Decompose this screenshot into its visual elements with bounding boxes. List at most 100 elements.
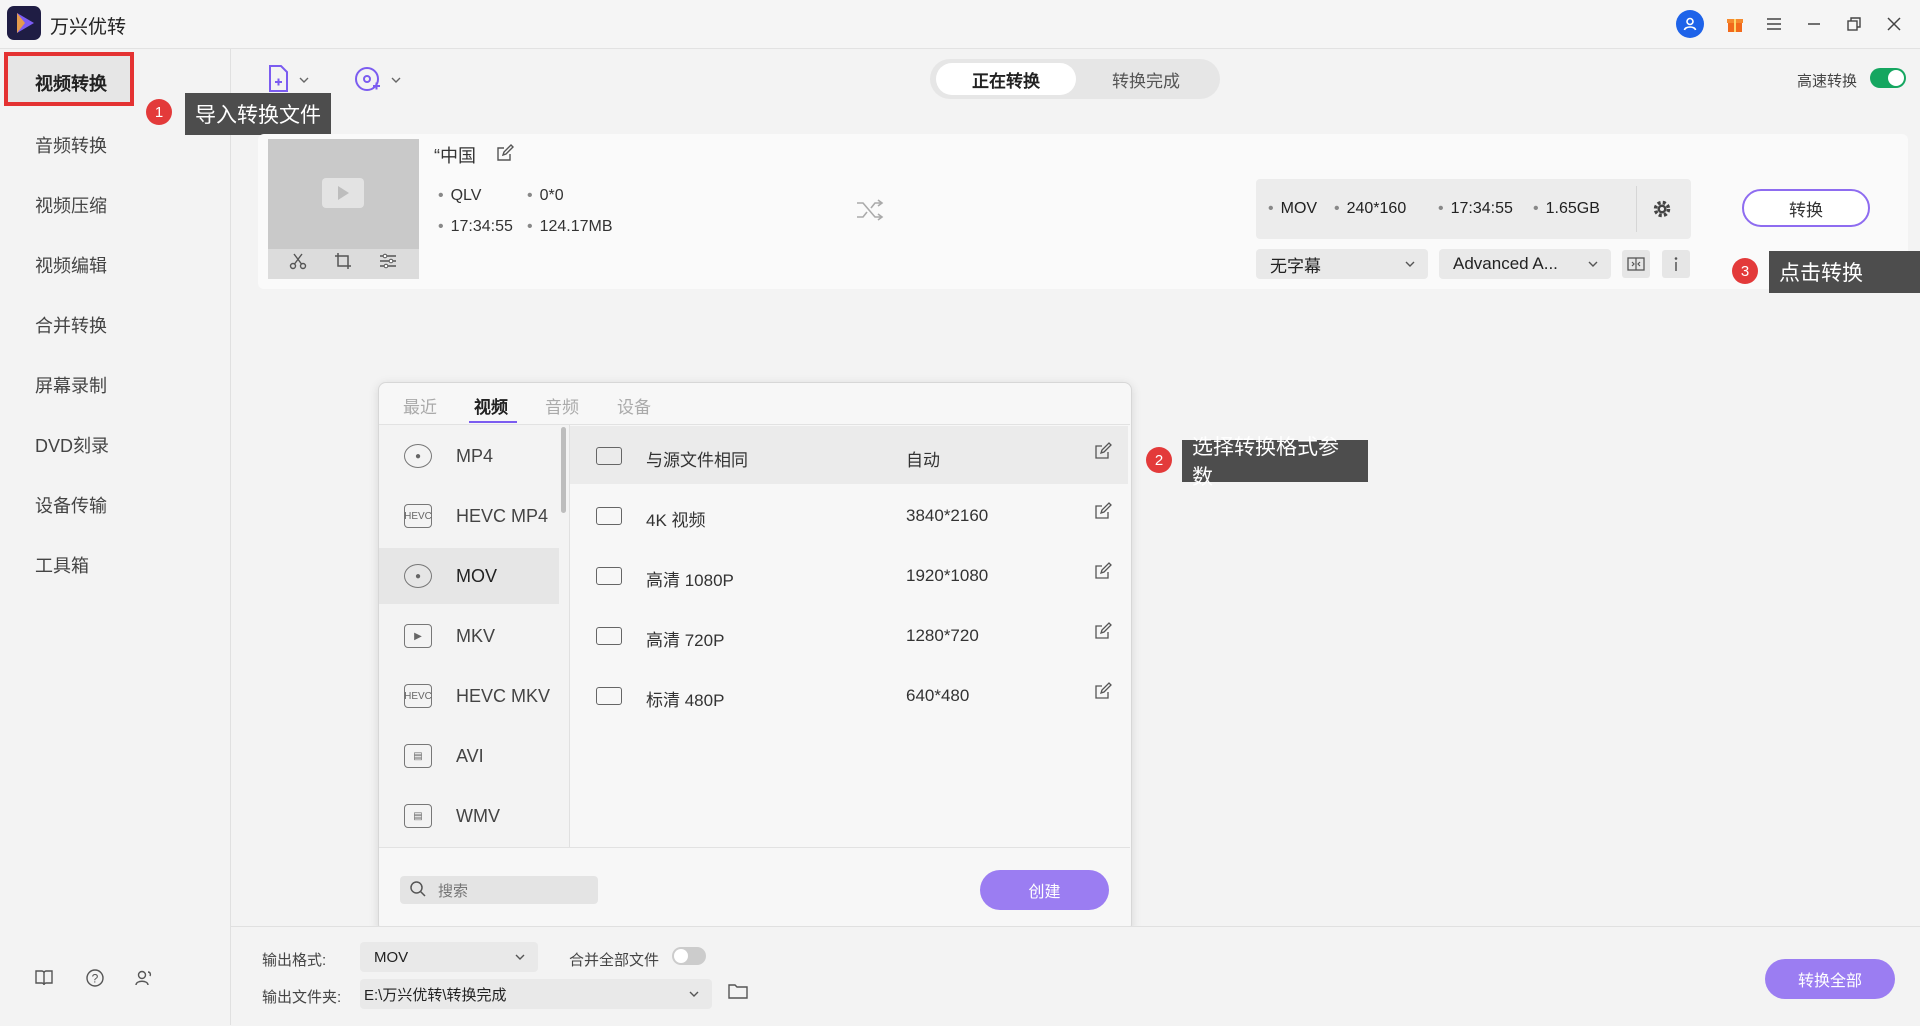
trim-icon[interactable]	[286, 252, 310, 275]
preset-row-4k[interactable]: 4K 视频 3840*2160	[570, 486, 1128, 544]
folder-icon[interactable]	[728, 982, 748, 1005]
crop-icon[interactable]	[331, 252, 355, 275]
sidebar-item-device-transfer[interactable]: 设备传输	[35, 492, 107, 518]
output-format-label: 输出格式:	[262, 952, 327, 969]
format-item-hevc-mp4[interactable]: HEVC HEVC MP4	[379, 488, 559, 544]
format-item-wmv[interactable]: ▤ WMV	[379, 788, 559, 844]
video-file-icon: ▶	[404, 624, 432, 648]
preset-row-480p[interactable]: 标清 480P 640*480	[570, 666, 1128, 724]
compare-icon[interactable]	[1622, 250, 1650, 278]
output-folder-select[interactable]: E:\万兴优转\转换完成	[360, 979, 712, 1009]
tab-converting[interactable]: 正在转换	[936, 63, 1076, 95]
search-input[interactable]	[436, 878, 590, 904]
chevron-down-icon	[688, 984, 700, 1007]
audio-track-select[interactable]: Advanced A...	[1439, 249, 1611, 279]
source-size: 124.17MB	[527, 218, 613, 236]
format-item-mp4[interactable]: ● MP4	[379, 428, 559, 484]
help-icon[interactable]: ?	[83, 966, 107, 990]
toggle-knob	[1888, 70, 1904, 86]
video-preset-icon	[596, 447, 622, 465]
active-tab-indicator	[469, 421, 517, 423]
annotation-callout-1: 导入转换文件	[185, 93, 331, 135]
file-name: “中国	[434, 146, 476, 166]
close-icon[interactable]	[1880, 10, 1908, 38]
chevron-down-icon	[1404, 254, 1416, 277]
toggle-knob	[674, 949, 688, 963]
format-item-mov[interactable]: ● MOV	[379, 548, 559, 604]
output-folder-value: E:\万兴优转\转换完成	[364, 986, 507, 1004]
search-icon	[409, 880, 427, 903]
output-folder-label: 输出文件夹:	[262, 989, 342, 1006]
sidebar-item-screen-record[interactable]: 屏幕录制	[35, 372, 107, 398]
target-duration: 17:34:55	[1438, 200, 1513, 218]
edit-icon[interactable]	[1094, 562, 1112, 585]
effects-icon[interactable]	[376, 252, 400, 275]
tab-video[interactable]: 视频	[474, 393, 508, 418]
edit-icon[interactable]	[1094, 622, 1112, 645]
edit-icon[interactable]	[1094, 502, 1112, 525]
gift-icon[interactable]	[1721, 10, 1749, 38]
tab-device[interactable]: 设备	[617, 393, 651, 418]
title-bar	[0, 0, 1920, 49]
annotation-callout-2: 选择转换格式参数	[1182, 436, 1368, 489]
format-item-hevc-mkv[interactable]: HEVC HEVC MKV	[379, 668, 559, 724]
edit-icon[interactable]	[1094, 682, 1112, 705]
target-size: 1.65GB	[1533, 200, 1600, 218]
info-icon[interactable]	[1662, 250, 1690, 278]
convert-all-button[interactable]: 转换全部	[1765, 959, 1895, 999]
video-placeholder-icon	[322, 178, 364, 208]
book-icon[interactable]	[32, 966, 56, 990]
high-speed-label: 高速转换	[1797, 73, 1858, 90]
target-resolution: 240*160	[1334, 200, 1407, 218]
divider	[1636, 186, 1637, 232]
disc-icon: ●	[404, 444, 432, 468]
audio-track-value: Advanced A...	[1453, 254, 1558, 273]
sidebar-item-video-compress[interactable]: 视频压缩	[35, 192, 107, 218]
tab-recent[interactable]: 最近	[403, 393, 437, 418]
annotation-callout-3: 点击转换	[1769, 251, 1920, 293]
shuffle-icon	[856, 198, 884, 227]
output-format-value: MOV	[374, 948, 409, 966]
add-dvd-icon[interactable]	[353, 64, 403, 99]
user-icon[interactable]	[1676, 10, 1704, 38]
subtitle-select[interactable]: 无字幕	[1256, 249, 1428, 279]
restore-icon[interactable]	[1840, 10, 1868, 38]
tab-completed[interactable]: 转换完成	[1076, 63, 1216, 95]
subtitle-value: 无字幕	[1270, 256, 1321, 276]
annotation-badge-1: 1	[146, 99, 172, 125]
sidebar-item-label: 视频转换	[35, 74, 107, 94]
create-button[interactable]: 创建	[980, 870, 1109, 910]
chevron-down-icon	[514, 947, 526, 970]
chevron-down-icon	[1587, 254, 1599, 277]
add-file-icon[interactable]	[266, 64, 312, 99]
sidebar-item-video-edit[interactable]: 视频编辑	[35, 252, 107, 278]
sidebar-item-audio-convert[interactable]: 音频转换	[35, 132, 107, 158]
preset-row-1080p[interactable]: 高清 1080P 1920*1080	[570, 546, 1128, 604]
rename-icon[interactable]	[496, 144, 514, 167]
annotation-badge-3: 3	[1732, 258, 1758, 284]
settings-gear-icon[interactable]	[1651, 198, 1673, 225]
preset-row-720p[interactable]: 高清 720P 1280*720	[570, 606, 1128, 664]
source-format: QLV	[438, 187, 482, 205]
source-resolution: 0*0	[527, 187, 564, 205]
menu-icon[interactable]	[1760, 10, 1788, 38]
app-title: 万兴优转	[50, 17, 127, 38]
output-format-select[interactable]: MOV	[360, 942, 538, 972]
edit-icon[interactable]	[1094, 442, 1112, 465]
format-item-mkv[interactable]: ▶ MKV	[379, 608, 559, 664]
format-item-avi[interactable]: ▤ AVI	[379, 728, 559, 784]
convert-button[interactable]: 转换	[1742, 189, 1870, 227]
sidebar-item-toolbox[interactable]: 工具箱	[35, 552, 89, 578]
preset-row-same-as-source[interactable]: 与源文件相同 自动	[570, 426, 1128, 484]
video-preset-icon	[596, 687, 622, 705]
minimize-icon[interactable]	[1800, 10, 1828, 38]
sidebar-item-dvd[interactable]: DVD刻录	[35, 432, 109, 458]
account-icon[interactable]	[132, 966, 156, 990]
hevc-icon: HEVC	[404, 684, 432, 708]
clapperboard-icon: ▤	[404, 744, 432, 768]
format-list-scrollbar[interactable]	[561, 427, 566, 513]
sidebar-item-merge[interactable]: 合并转换	[35, 312, 107, 338]
video-preset-icon	[596, 627, 622, 645]
tab-audio[interactable]: 音频	[545, 393, 579, 418]
video-preset-icon	[596, 567, 622, 585]
